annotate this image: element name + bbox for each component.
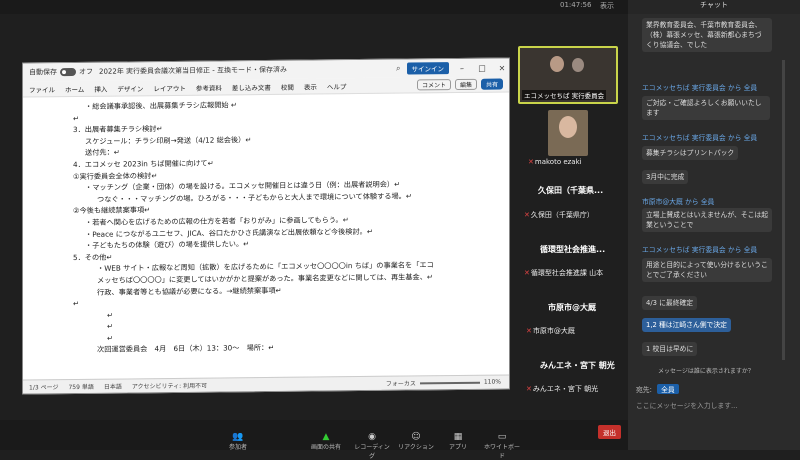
page-count: 1/3 ページ	[29, 384, 59, 392]
tab-review[interactable]: 校閲	[281, 81, 294, 91]
chat-message: 募集チラシはプリントパック	[642, 146, 739, 160]
participant-big-name: みんエネ・宮下 朝光	[540, 361, 615, 370]
tab-home[interactable]: ホーム	[65, 83, 84, 93]
recipient-select[interactable]: 全員	[657, 384, 679, 394]
chat-visibility-notice[interactable]: メッセージは誰に表示されますか？	[658, 366, 754, 375]
view-button[interactable]: 表示	[600, 1, 614, 11]
share-button[interactable]: 共有	[480, 78, 503, 90]
tab-design[interactable]: デザイン	[117, 83, 143, 93]
participants-button[interactable]: 👥 参加者	[218, 432, 258, 451]
participant-label: ✕みんエネ・宮下 朝光	[526, 385, 599, 393]
maximize-icon[interactable]: □	[475, 63, 489, 72]
chat-message: ご対応・ご確認よろしくお願いいたします	[642, 96, 770, 120]
mic-muted-icon: ✕	[524, 211, 530, 219]
chat-message: 用途と目的によって使い分けるということでご了承ください	[642, 258, 772, 282]
reaction-icon: ☺	[411, 432, 421, 442]
send-to-label: 宛先:	[636, 386, 652, 394]
tab-insert[interactable]: 挿入	[94, 83, 107, 93]
comment-button[interactable]: コメント	[416, 79, 451, 91]
apps-button[interactable]: ▦ アプリ	[438, 432, 478, 451]
participants-icon: 👥	[232, 432, 244, 442]
chat-message-highlighted: 1,2 種は江崎さん側で決定	[642, 318, 731, 332]
video-tile-name: エコメッセちば 実行委員会	[522, 90, 607, 100]
autosave-label: 自動保存	[29, 68, 57, 77]
chat-message: 4/3 に最終確定	[642, 296, 698, 310]
share-screen-icon: ▲	[322, 432, 330, 442]
chat-message: 業界教育委員会、千葉市教育委員会、（株）幕張メッセ、幕張新都心まちづくり協議会、…	[642, 18, 772, 52]
autosave-toggle[interactable]: 自動保存 オフ	[29, 67, 93, 78]
chat-sender: 市原市@大厩 から 全員	[642, 198, 715, 206]
minimize-icon[interactable]: –	[455, 63, 469, 72]
mic-muted-icon: ✕	[526, 327, 532, 335]
autosave-state: オフ	[79, 67, 93, 76]
word-count: 759 単語	[68, 383, 94, 392]
video-tile-makoto[interactable]	[548, 110, 588, 156]
chat-message: 1 校目は早めに	[642, 342, 698, 356]
chat-message: 3月中に完成	[642, 170, 689, 184]
share-screen-button[interactable]: ▲ 画面の共有	[306, 432, 346, 451]
edit-button[interactable]: 編集	[454, 78, 477, 91]
tab-file[interactable]: ファイル	[29, 84, 55, 94]
participant-big-name: 循環型社会推進...	[540, 245, 606, 254]
close-icon[interactable]: ×	[495, 63, 509, 72]
chat-sender: エコメッセちば 実行委員会 から 全員	[642, 246, 758, 254]
document-body[interactable]: ・総会議事承認後、出展募集チラシ広報開始 ↵ ↵ 3．出展者募集チラシ検討↵ スケジュ…	[23, 92, 509, 379]
participant-label: ✕市原市@大厩	[526, 327, 575, 335]
participant-big-name: 久保田（千葉県...	[538, 186, 604, 195]
whiteboard-button[interactable]: ▭ ホワイトボード	[482, 432, 522, 460]
ribbon-actions: コメント 編集 共有	[416, 78, 509, 91]
leave-button[interactable]: 退出	[598, 425, 621, 439]
signin-button[interactable]: サインイン	[406, 62, 449, 75]
whiteboard-icon: ▭	[497, 432, 507, 442]
focus-button[interactable]: フォーカス	[386, 378, 416, 387]
apps-icon: ▦	[453, 432, 463, 442]
chat-message: 立場上賛成とはいえませんが、そこは起業ということで	[642, 208, 772, 232]
tab-mailings[interactable]: 差し込み文書	[232, 81, 271, 91]
tab-view[interactable]: 表示	[304, 81, 317, 91]
record-icon: ◉	[368, 432, 376, 442]
zoom-level: 110%	[483, 378, 501, 386]
word-window: 自動保存 オフ 2022年 実行委員会議次第当日修正 - 互換モード・保存済み …	[22, 57, 510, 395]
tab-references[interactable]: 参考資料	[196, 82, 222, 92]
chat-input-placeholder[interactable]: ここにメッセージを入力します...	[636, 400, 794, 410]
meeting-clock: 01:47:56	[560, 1, 592, 9]
chat-scrollbar[interactable]	[782, 60, 785, 360]
search-icon[interactable]: ⌕	[396, 64, 400, 74]
chat-sender: エコメッセちば 実行委員会 から 全員	[642, 134, 758, 142]
chat-panel: チャット 業界教育委員会、千葉市教育委員会、（株）幕張メッセ、幕張新都心まちづく…	[628, 0, 800, 450]
chat-input[interactable]: 宛先: 全員 ここにメッセージを入力します...	[636, 384, 794, 410]
document-title: 2022年 実行委員会議次第当日修正 - 互換モード・保存済み	[99, 65, 288, 76]
participant-big-name: 市原市@大厩	[548, 303, 596, 312]
tab-layout[interactable]: レイアウト	[153, 82, 186, 92]
zoom-control: フォーカス 110%	[386, 377, 509, 388]
participant-face	[550, 56, 564, 72]
toggle-icon	[60, 67, 76, 77]
video-tile-main[interactable]: エコメッセちば 実行委員会	[518, 46, 618, 104]
participant-label: ✕久保田（千葉県庁）	[524, 211, 594, 219]
mic-muted-icon: ✕	[524, 269, 530, 277]
mic-muted-icon: ✕	[526, 385, 532, 393]
participant-face	[559, 116, 577, 138]
mic-muted-icon: ✕	[528, 158, 534, 166]
participant-label: ✕循環型社会推進課 山本	[524, 269, 604, 277]
zoom-slider[interactable]	[419, 381, 480, 384]
accessibility-status[interactable]: アクセシビリティ: 利用不可	[132, 381, 207, 391]
chat-title: チャット	[628, 0, 800, 14]
tab-help[interactable]: ヘルプ	[327, 81, 347, 91]
participant-label: ✕makoto ezaki	[528, 158, 582, 166]
reactions-button[interactable]: ☺ リアクション	[396, 432, 436, 451]
record-button[interactable]: ◉ レコーディング	[352, 432, 392, 460]
chat-sender: エコメッセちば 実行委員会 から 全員	[642, 84, 758, 92]
participant-face	[572, 58, 584, 72]
language: 日本語	[103, 383, 122, 391]
